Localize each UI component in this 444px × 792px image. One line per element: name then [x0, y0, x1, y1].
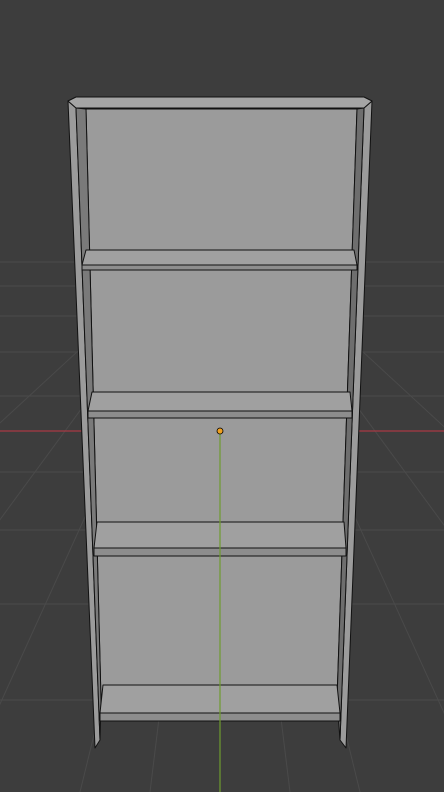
shelf-1-top — [81, 249, 358, 266]
shelf-2-front — [87, 410, 353, 419]
object-origin-icon[interactable] — [216, 427, 224, 435]
top-panel — [67, 96, 373, 109]
viewport-canvas[interactable] — [0, 0, 444, 792]
shelf-1-front — [81, 264, 358, 271]
3d-viewport[interactable] — [0, 0, 444, 792]
shelf-2-top — [87, 391, 353, 412]
